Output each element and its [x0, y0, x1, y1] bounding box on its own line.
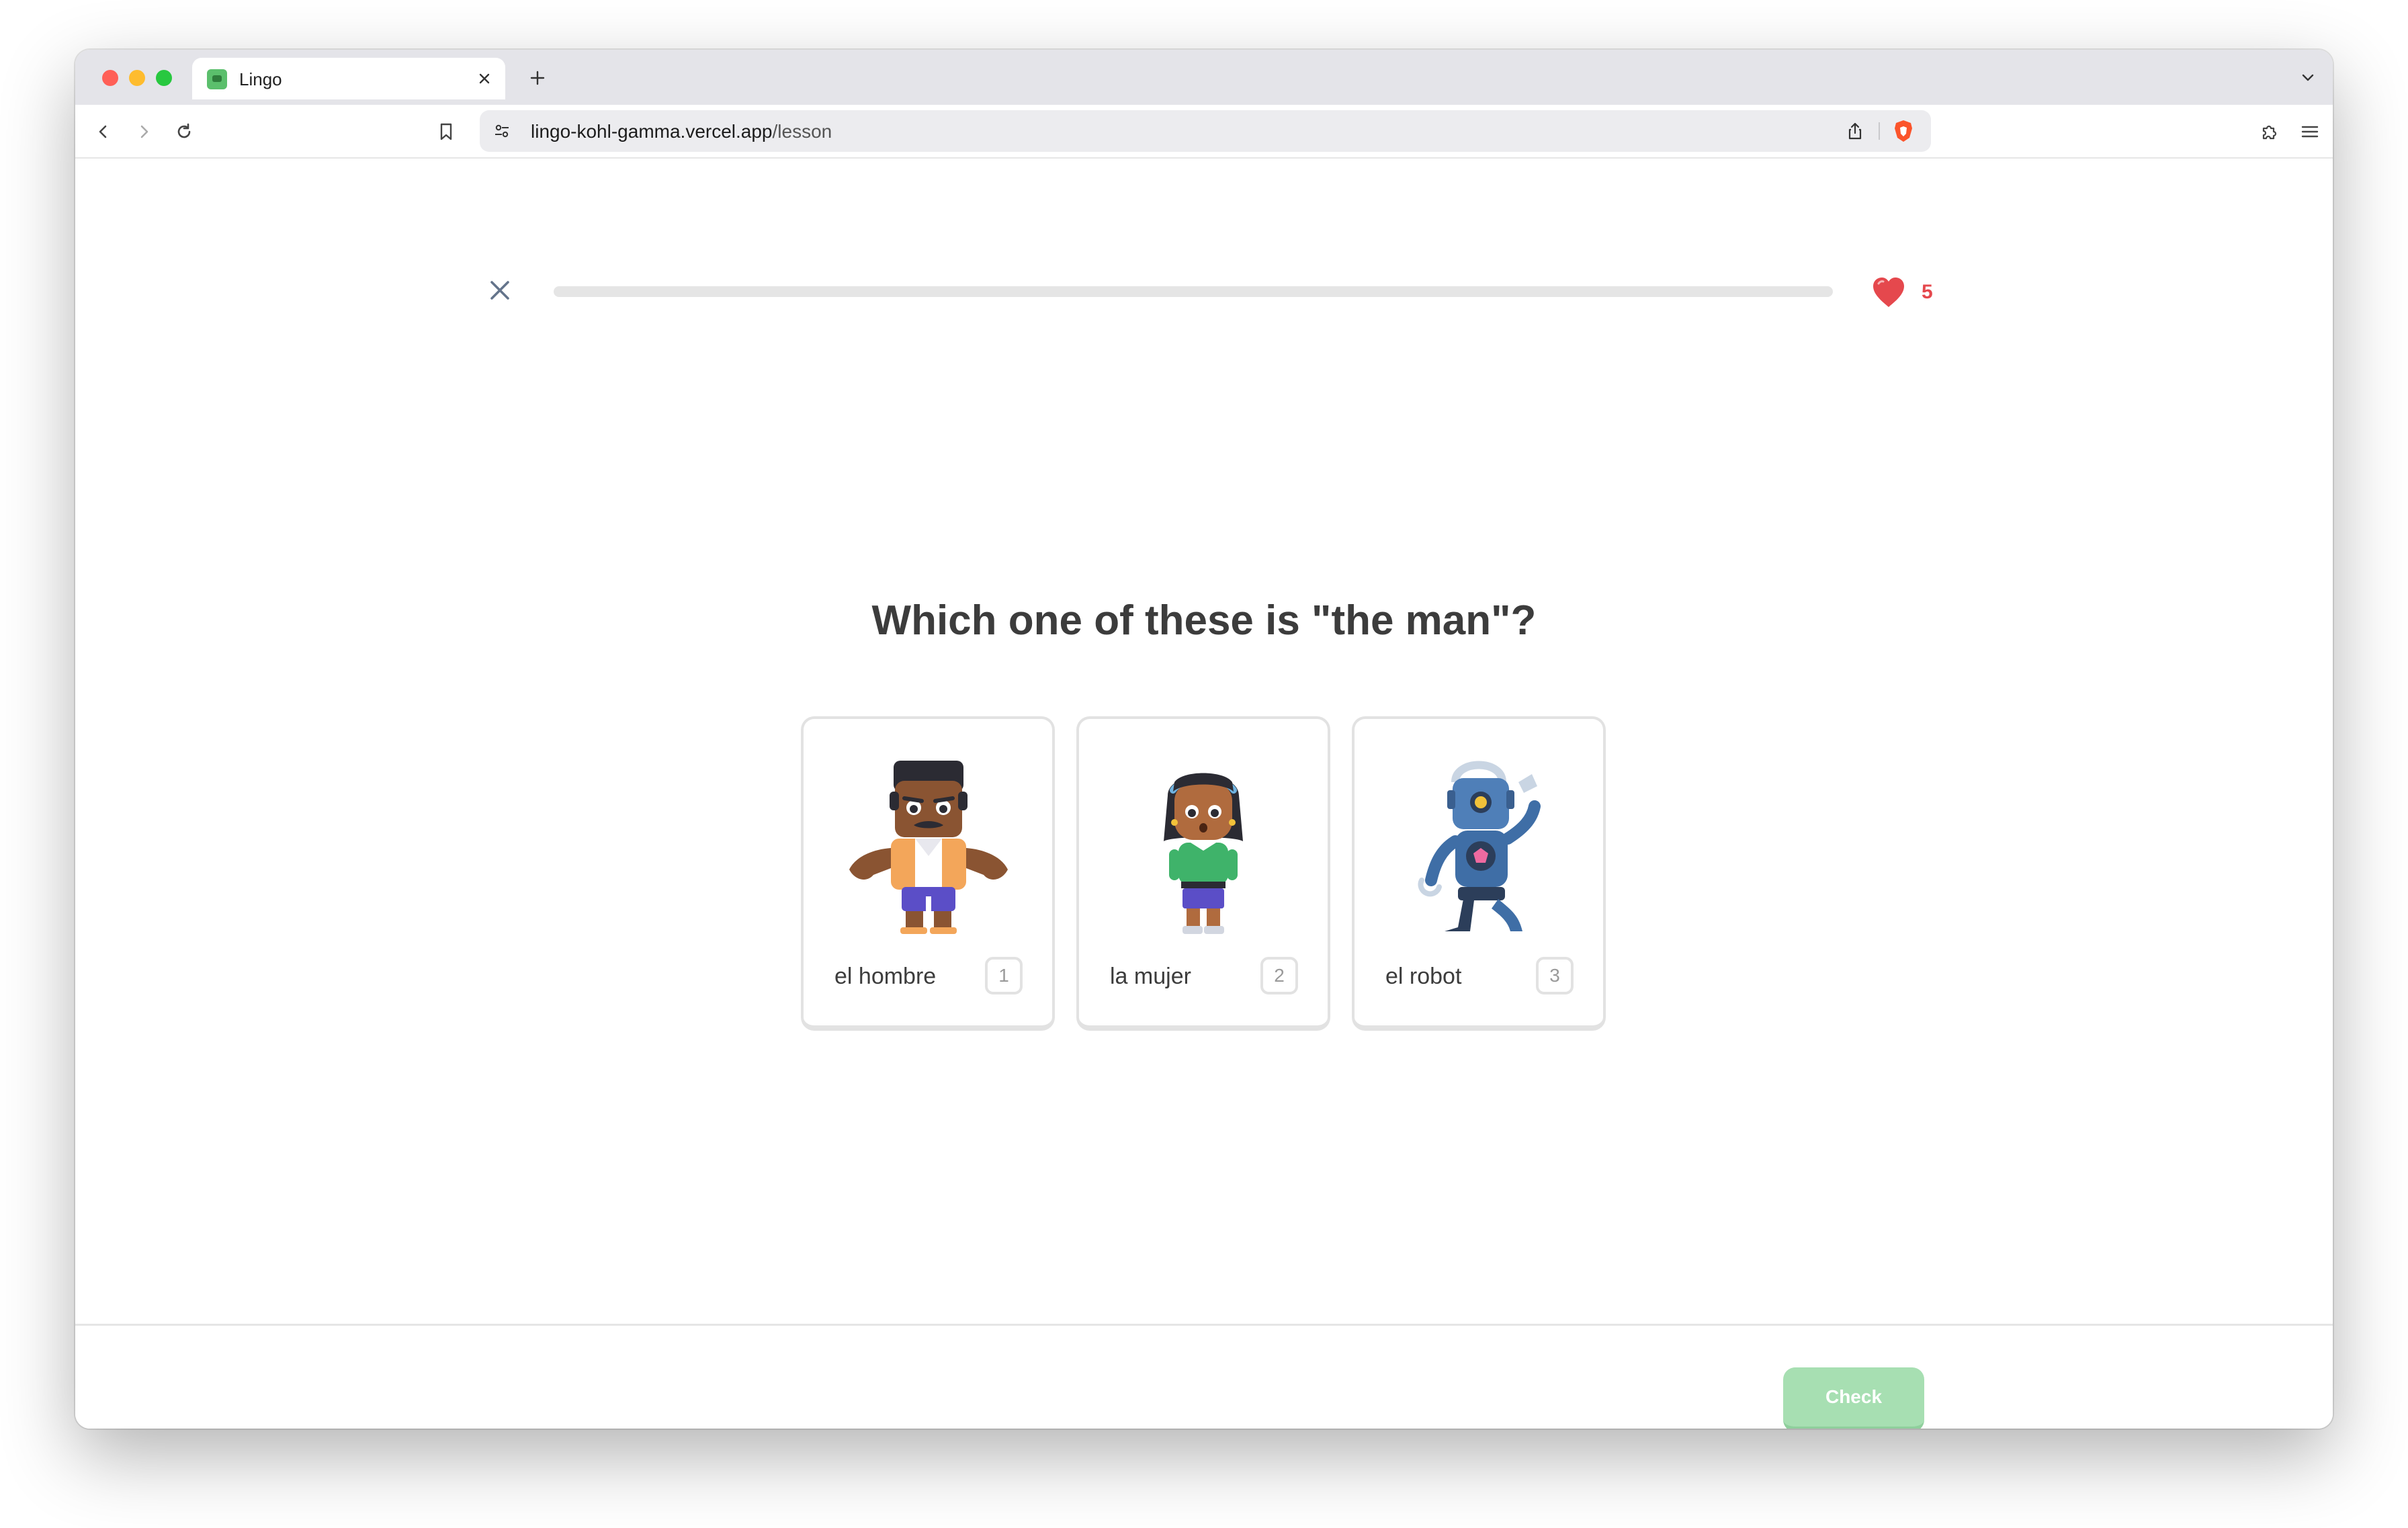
lingo-favicon-icon	[207, 69, 227, 89]
brave-shield-icon[interactable]	[1889, 117, 1918, 145]
browser-toolbar: lingo-kohl-gamma.vercel.app/lesson	[75, 105, 2333, 159]
hearts-counter: 5	[1870, 275, 1933, 309]
browser-window: Lingo lingo-kohl-gamma.vercel.app/lesson…	[75, 50, 2333, 1429]
hamburger-icon[interactable]	[2296, 118, 2323, 145]
option-card-la-mujer[interactable]: la mujer 2	[1076, 716, 1330, 1031]
new-tab-icon[interactable]	[524, 65, 551, 91]
heart-icon	[1873, 278, 1904, 307]
bookmark-icon[interactable]	[433, 118, 460, 145]
option-label: la mujer	[1110, 964, 1191, 989]
tab-bar: Lingo	[75, 50, 2333, 105]
close-window-button[interactable]	[102, 70, 118, 86]
chevron-left-icon[interactable]	[90, 118, 117, 145]
lesson-footer: Check	[75, 1324, 2333, 1429]
close-tab-icon[interactable]	[473, 67, 496, 90]
share-icon[interactable]	[1842, 118, 1868, 144]
option-shortcut-key: 3	[1536, 957, 1574, 994]
check-button[interactable]: Check	[1783, 1367, 1924, 1429]
option-shortcut-key: 2	[1260, 957, 1298, 994]
address-bar[interactable]: lingo-kohl-gamma.vercel.app/lesson	[480, 110, 1931, 152]
man-illustration	[849, 761, 1008, 934]
option-card-el-robot[interactable]: el robot 3	[1352, 716, 1606, 1031]
option-label: el robot	[1385, 964, 1462, 989]
chevron-down-icon[interactable]	[2296, 66, 2319, 89]
lesson-page: 5 Which one of these is "the man"? el ho…	[75, 160, 2333, 1429]
tune-icon[interactable]	[489, 118, 515, 144]
option-card-el-hombre[interactable]: el hombre 1	[801, 716, 1055, 1031]
hearts-count: 5	[1922, 281, 1933, 303]
url-domain: lingo-kohl-gamma.vercel.app	[531, 121, 773, 142]
woman-illustration	[1164, 773, 1243, 934]
url-text: lingo-kohl-gamma.vercel.app/lesson	[531, 121, 832, 142]
chevron-right-icon[interactable]	[130, 118, 157, 145]
minimize-window-button[interactable]	[129, 70, 145, 86]
option-label: el hombre	[834, 964, 937, 989]
tab-lingo[interactable]: Lingo	[192, 58, 505, 99]
url-path: /lesson	[772, 121, 832, 142]
tab-title: Lingo	[239, 69, 282, 89]
option-shortcut-key: 1	[985, 957, 1023, 994]
lesson-progress-bar	[554, 286, 1833, 297]
question-title: Which one of these is "the man"?	[871, 597, 1537, 644]
reload-icon[interactable]	[171, 118, 198, 145]
robot-illustration	[1418, 761, 1541, 931]
close-lesson-icon[interactable]	[485, 275, 515, 305]
divider	[1879, 122, 1880, 140]
puzzle-icon[interactable]	[2256, 118, 2283, 145]
maximize-window-button[interactable]	[156, 70, 172, 86]
